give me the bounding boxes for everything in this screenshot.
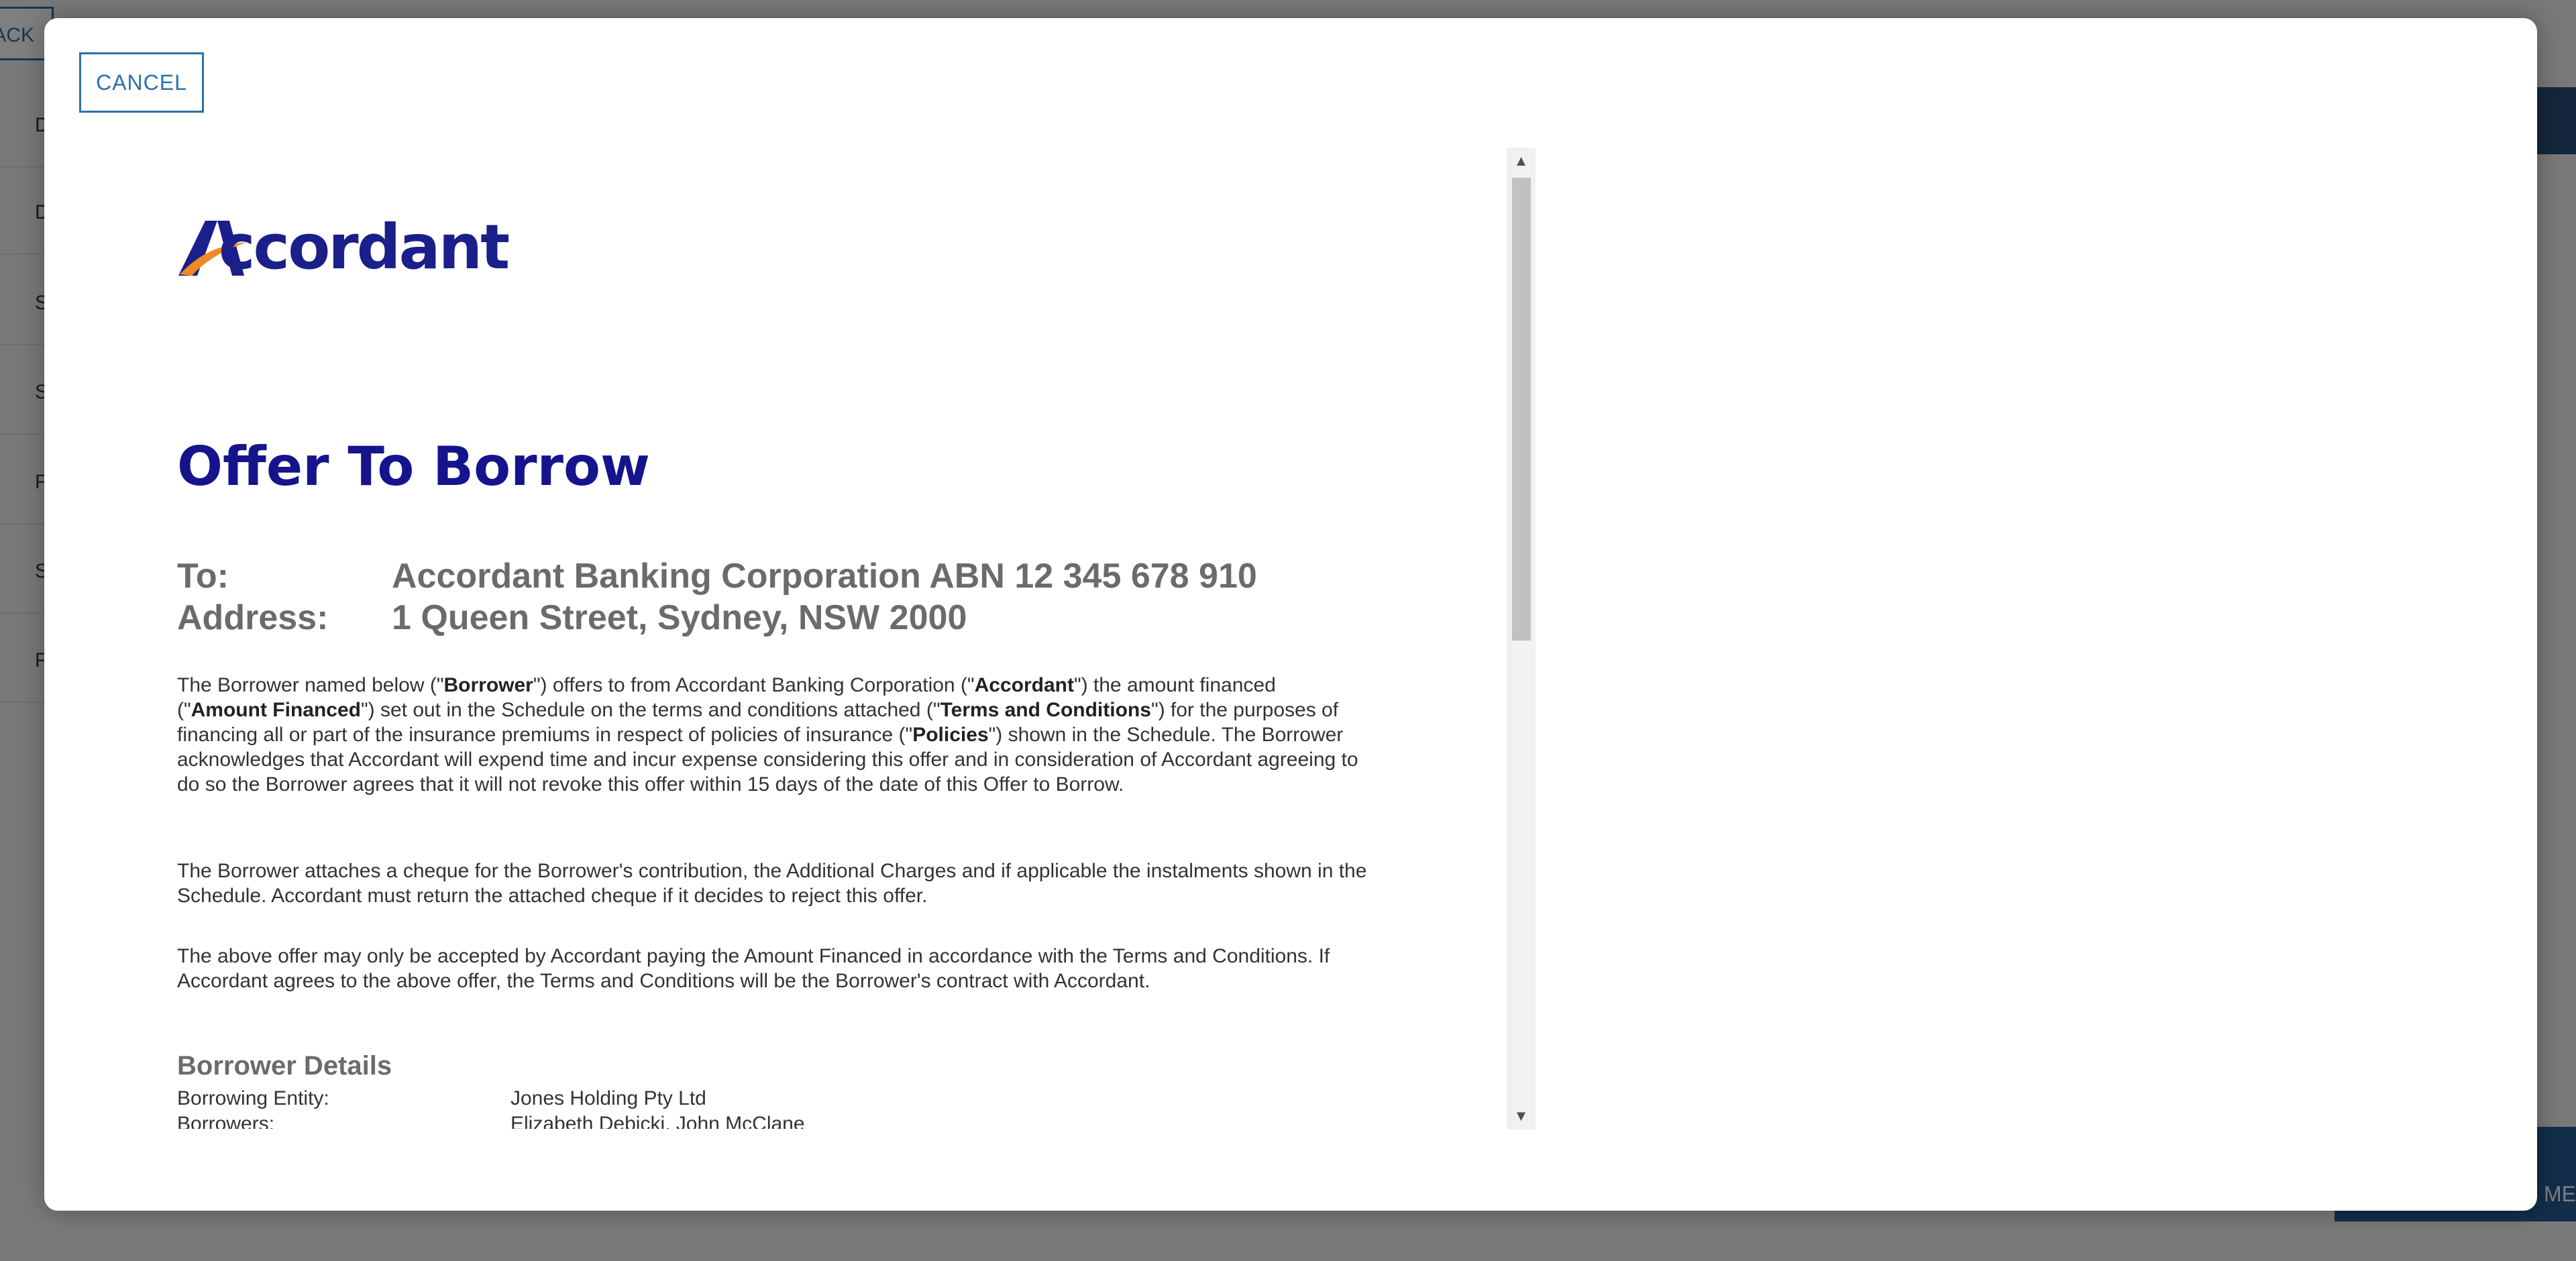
accordant-logo: ccordant [177, 215, 539, 280]
scroll-thumb[interactable] [1512, 178, 1531, 641]
page-title: Offer To Borrow [177, 435, 650, 498]
borrowers-label: Borrowers: [177, 1113, 275, 1129]
scroll-up-arrow-icon[interactable]: ▲ [1507, 148, 1536, 174]
acceptance-paragraph: The above offer may only be accepted by … [177, 945, 1330, 992]
cancel-button[interactable]: CANCEL [79, 52, 204, 113]
document-viewer[interactable]: ccordant Offer To Borrow To: Accordant B… [121, 129, 1536, 1129]
borrowing-entity-value: Jones Holding Pty Ltd [511, 1087, 706, 1109]
cheque-paragraph: The Borrower attaches a cheque for the B… [177, 860, 1367, 907]
logo-wordmark: ccordant [219, 211, 510, 283]
scroll-down-arrow-icon[interactable]: ▼ [1507, 1103, 1536, 1130]
borrowing-entity-label: Borrowing Entity: [177, 1087, 329, 1109]
to-value: Accordant Banking Corporation ABN 12 345… [392, 557, 1257, 596]
address-value: 1 Queen Street, Sydney, NSW 2000 [392, 598, 967, 637]
to-label: To: [177, 557, 229, 596]
address-label: Address: [177, 598, 329, 637]
borrowers-value: Elizabeth Debicki, John McClane [511, 1113, 805, 1129]
offer-paragraph: The Borrower named below ("Borrower") of… [177, 674, 1358, 796]
document-scrollbar[interactable]: ▲ ▼ [1507, 148, 1536, 1130]
document-preview-modal: CANCEL ccordant Offer To Borrow To: Acco… [44, 18, 2537, 1211]
borrower-details-heading: Borrower Details [177, 1051, 392, 1081]
